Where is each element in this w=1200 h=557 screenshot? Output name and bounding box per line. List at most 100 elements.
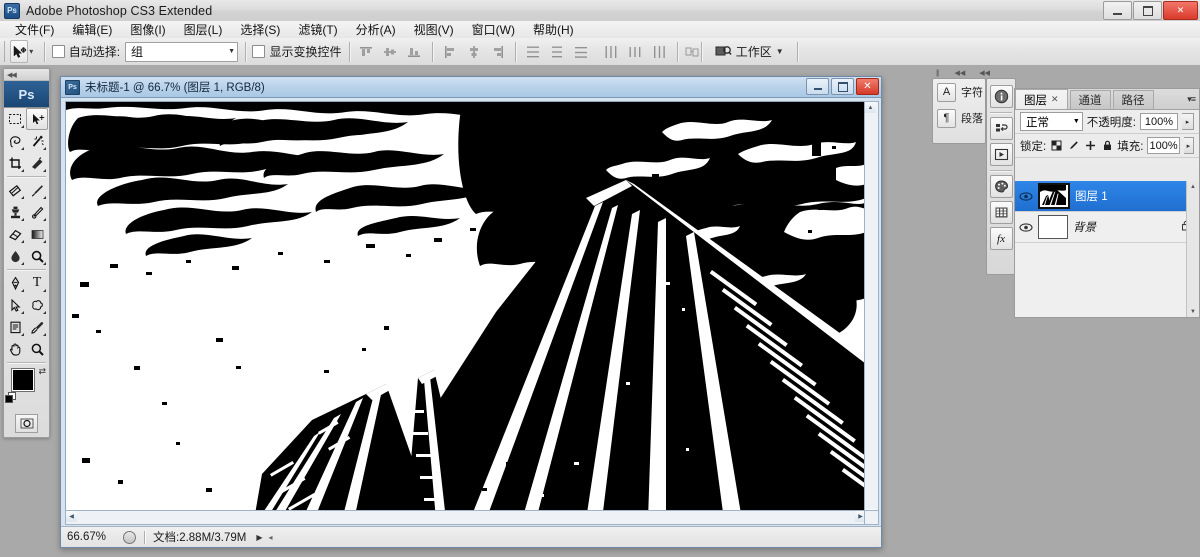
menu-file[interactable]: 文件(F) <box>6 20 63 39</box>
menu-filter[interactable]: 滤镜(T) <box>289 20 346 39</box>
clone-stamp-tool[interactable] <box>4 201 26 223</box>
scroll-left-icon[interactable]: ◀ <box>66 511 77 522</box>
menu-image[interactable]: 图像(I) <box>121 20 174 39</box>
zoom-tool[interactable] <box>26 338 48 360</box>
move-tool-icon[interactable] <box>10 40 28 63</box>
close-button[interactable]: ✕ <box>1163 1 1198 20</box>
lock-all-icon[interactable] <box>1101 140 1113 152</box>
fill-value[interactable]: 100% <box>1147 137 1179 154</box>
magic-wand-tool[interactable] <box>26 130 48 152</box>
collapse-dock-icon-2[interactable]: ◀◀ <box>979 69 990 77</box>
layer-name[interactable]: 图层 1 <box>1075 188 1195 204</box>
distribute-bottom-edges-button[interactable] <box>571 41 592 62</box>
menu-help[interactable]: 帮助(H) <box>524 20 583 39</box>
lock-image-pixels-icon[interactable] <box>1067 140 1079 152</box>
blend-mode-dropdown[interactable]: 正常 ▼ <box>1020 112 1083 131</box>
slice-tool[interactable] <box>26 152 48 174</box>
brush-tool[interactable] <box>26 179 48 201</box>
distribute-vertical-centers-button[interactable] <box>547 41 568 62</box>
menu-layer[interactable]: 图层(L) <box>175 20 232 39</box>
scroll-down-icon[interactable]: ▼ <box>1187 306 1199 317</box>
tool-preset-caret-icon[interactable]: ▾ <box>29 47 33 56</box>
auto-select-dropdown[interactable]: 组 ▼ <box>125 42 238 62</box>
document-maximize-button[interactable] <box>831 78 854 95</box>
document-minimize-button[interactable] <box>806 78 829 95</box>
notes-tool[interactable] <box>4 316 26 338</box>
layer-row-2[interactable]: 背景 <box>1015 212 1199 243</box>
canvas-vertical-scrollbar[interactable]: ▲ ▼ <box>864 101 879 521</box>
distribute-right-edges-button[interactable] <box>649 41 670 62</box>
crop-tool[interactable] <box>4 152 26 174</box>
quick-mask-toggle[interactable] <box>15 414 38 433</box>
rectangular-marquee-tool[interactable] <box>4 108 26 130</box>
opacity-value[interactable]: 100% <box>1140 113 1178 130</box>
info-panel-icon[interactable] <box>990 85 1013 108</box>
swatches-panel-icon[interactable] <box>990 201 1013 224</box>
shape-tool[interactable] <box>26 294 48 316</box>
menu-window[interactable]: 窗口(W) <box>463 20 524 39</box>
auto-select-checkbox-group[interactable]: 自动选择: <box>52 43 120 60</box>
path-selection-tool[interactable] <box>4 294 26 316</box>
maximize-button[interactable] <box>1133 1 1162 20</box>
menu-select[interactable]: 选择(S) <box>231 20 289 39</box>
default-colors-icon[interactable] <box>5 392 14 401</box>
align-vertical-centers-button[interactable] <box>380 41 401 62</box>
history-brush-tool[interactable] <box>26 201 48 223</box>
dock-grip-left-icon[interactable]: ||| <box>936 70 938 77</box>
canvas-viewport[interactable] <box>65 101 867 521</box>
gradient-tool[interactable] <box>26 223 48 245</box>
lock-transparent-pixels-icon[interactable] <box>1050 140 1062 152</box>
panel-menu-icon[interactable]: ▾≡ <box>1187 94 1195 105</box>
opacity-slider-icon[interactable]: ▸ <box>1182 113 1194 130</box>
layer-visibility-icon[interactable] <box>1019 220 1033 234</box>
zoom-level[interactable]: 66.67% <box>61 531 121 543</box>
swap-colors-icon[interactable]: ⇄ <box>38 366 46 377</box>
document-title-bar[interactable]: Ps 未标题-1 @ 66.7% (图层 1, RGB/8) ✕ <box>61 77 881 98</box>
menu-edit[interactable]: 编辑(E) <box>63 20 121 39</box>
paragraph-panel-button[interactable]: ¶ 段落 <box>933 105 985 131</box>
history-panel-icon[interactable] <box>990 117 1013 140</box>
align-right-edges-button[interactable] <box>487 41 508 62</box>
scroll-up-icon[interactable]: ▲ <box>1187 181 1199 192</box>
distribute-horizontal-centers-button[interactable] <box>625 41 646 62</box>
type-tool[interactable]: T <box>26 272 48 294</box>
close-icon[interactable]: ✕ <box>1051 94 1059 105</box>
canvas-horizontal-scrollbar[interactable]: ◀ ▶ <box>65 510 867 525</box>
show-transform-checkbox-group[interactable]: 显示变换控件 <box>252 43 341 60</box>
scroll-up-icon[interactable]: ▲ <box>865 102 876 113</box>
actions-panel-icon[interactable] <box>990 143 1013 166</box>
dodge-tool[interactable] <box>26 245 48 267</box>
distribute-left-edges-button[interactable] <box>601 41 622 62</box>
eyedropper-tool[interactable] <box>26 316 48 338</box>
pen-tool[interactable] <box>4 272 26 294</box>
layers-scrollbar[interactable]: ▲ ▼ <box>1186 181 1199 317</box>
align-left-edges-button[interactable] <box>439 41 460 62</box>
tab-channels[interactable]: 通道 <box>1070 90 1111 109</box>
minimize-button[interactable] <box>1103 1 1132 20</box>
status-resize-grip[interactable]: ◂ <box>268 533 272 542</box>
color-panel-icon[interactable] <box>990 175 1013 198</box>
layer-styles-panel-icon[interactable]: fx <box>990 227 1013 250</box>
show-transform-checkbox[interactable] <box>252 45 265 58</box>
fill-slider-icon[interactable]: ▸ <box>1184 137 1194 154</box>
menu-analysis[interactable]: 分析(A) <box>347 20 405 39</box>
move-tool[interactable] <box>26 108 48 130</box>
menu-view[interactable]: 视图(V) <box>405 20 463 39</box>
workspace-button[interactable]: 工作区 ▼ <box>709 41 790 62</box>
status-menu-arrow-icon[interactable]: ▶ <box>256 533 262 542</box>
eraser-tool[interactable] <box>4 223 26 245</box>
auto-select-checkbox[interactable] <box>52 45 65 58</box>
healing-brush-tool[interactable] <box>4 179 26 201</box>
layer-row-1[interactable]: 图层 1 <box>1015 181 1199 212</box>
document-close-button[interactable]: ✕ <box>856 78 879 95</box>
foreground-color-swatch[interactable] <box>11 368 35 392</box>
options-bar-grip[interactable] <box>4 41 7 62</box>
auto-align-layers-button[interactable] <box>684 41 701 62</box>
distribute-top-edges-button[interactable] <box>523 41 544 62</box>
collapse-panel-icon[interactable]: ◀◀ <box>7 71 16 79</box>
lock-position-icon[interactable] <box>1084 140 1096 152</box>
align-top-edges-button[interactable] <box>356 41 377 62</box>
tools-panel-header[interactable]: ◀◀ <box>4 69 49 81</box>
tab-paths[interactable]: 路径 <box>1113 90 1154 109</box>
layer-thumbnail[interactable] <box>1038 183 1070 209</box>
